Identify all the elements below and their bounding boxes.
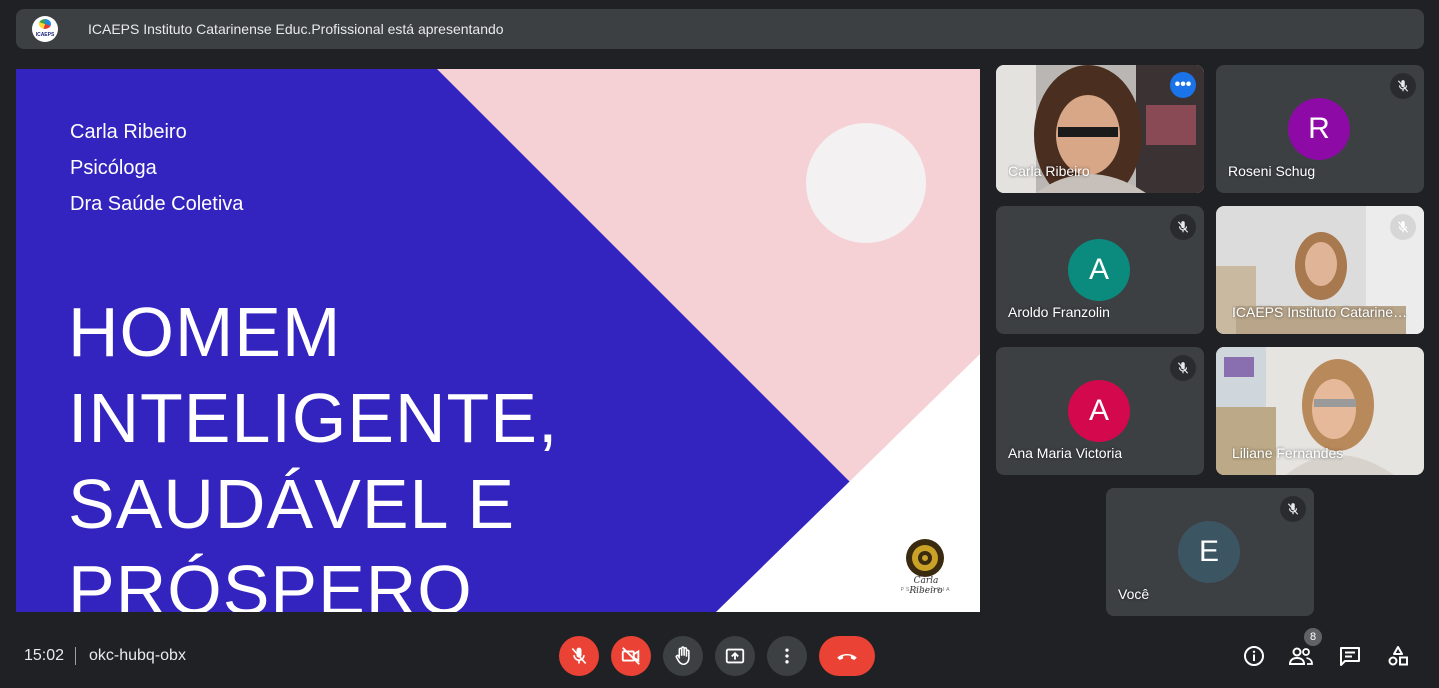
- participant-name: Ana Maria Victoria: [1008, 445, 1123, 461]
- camera-off-icon: [621, 647, 640, 665]
- more-options-icon[interactable]: •••: [1170, 72, 1196, 98]
- psychology-logo-icon: [906, 539, 944, 577]
- title-line-1: HOMEM: [68, 293, 342, 371]
- camera-toggle-button[interactable]: [611, 636, 651, 676]
- mic-off-icon: [1170, 355, 1196, 381]
- leave-call-button[interactable]: [819, 636, 875, 676]
- participant-tile-liliane-fernandes[interactable]: Liliane Fernandes: [1216, 347, 1424, 475]
- author-name: Carla Ribeiro: [70, 121, 187, 143]
- participant-name: Roseni Schug: [1228, 163, 1316, 179]
- participant-tile-icaeps[interactable]: ICAEPS Instituto Catarinense Educ.Profis…: [1216, 206, 1424, 334]
- logo-subtitle: PSICOLOGIA: [900, 587, 952, 593]
- info-icon: [1244, 646, 1264, 666]
- presenting-banner: ICAEPS ICAEPS Instituto Catarinense Educ…: [16, 9, 1424, 49]
- activities-button[interactable]: [1385, 643, 1411, 669]
- mic-off-icon: [1170, 214, 1196, 240]
- participant-name: Aroldo Franzolin: [1008, 304, 1110, 320]
- icaeps-logo: ICAEPS: [32, 16, 58, 42]
- present-button[interactable]: [715, 636, 755, 676]
- title-line-3: SAUDÁVEL E: [68, 465, 516, 543]
- participant-name: Você: [1118, 586, 1150, 602]
- meeting-code: okc-hubq-obx: [89, 647, 186, 664]
- more-options-button[interactable]: [767, 636, 807, 676]
- participant-name: ICAEPS Instituto Catarinense Educ.Profis…: [1232, 304, 1408, 320]
- avatar: R: [1288, 98, 1350, 160]
- participant-count-badge: 8: [1304, 628, 1322, 646]
- mic-off-icon: [1280, 496, 1306, 522]
- participant-tile-voce[interactable]: E Você: [1106, 488, 1314, 616]
- mic-off-icon: [571, 647, 587, 665]
- more-vert-icon: [785, 648, 789, 664]
- slide-title: HOMEM INTELIGENTE, SAUDÁVEL E PRÓSPERO: [68, 289, 558, 612]
- mic-off-icon: [1390, 214, 1416, 240]
- chat-icon: [1340, 647, 1360, 666]
- participant-name: Carla Ribeiro: [1008, 163, 1090, 179]
- author-role: Psicóloga: [70, 157, 157, 179]
- participant-name: Liliane Fernandes: [1232, 445, 1344, 461]
- avatar: E: [1178, 521, 1240, 583]
- author-degree: Dra Saúde Coletiva: [70, 193, 244, 215]
- hang-up-icon: [837, 653, 857, 661]
- avatar: A: [1068, 239, 1130, 301]
- people-icon: [1288, 647, 1313, 665]
- present-icon: [725, 648, 745, 664]
- activities-icon: [1388, 646, 1408, 666]
- mic-off-icon: [1390, 73, 1416, 99]
- chat-button[interactable]: [1337, 643, 1363, 669]
- raise-hand-button[interactable]: [663, 636, 703, 676]
- meeting-details-button[interactable]: [1241, 643, 1267, 669]
- participant-tile-carla-ribeiro[interactable]: ••• Carla Ribeiro: [996, 65, 1204, 193]
- logo-signature: Carla Ribeiro: [909, 576, 943, 596]
- divider: [75, 647, 76, 665]
- participant-tile-roseni-schug[interactable]: R Roseni Schug: [1216, 65, 1424, 193]
- participant-tile-aroldo-franzolin[interactable]: A Aroldo Franzolin: [996, 206, 1204, 334]
- presenter-text: ICAEPS Instituto Catarinense Educ.Profis…: [88, 21, 504, 37]
- participant-tile-ana-maria-victoria[interactable]: A Ana Maria Victoria: [996, 347, 1204, 475]
- meeting-time: 15:02: [24, 647, 65, 664]
- title-line-2: INTELIGENTE,: [68, 379, 559, 457]
- raise-hand-icon: [675, 646, 690, 666]
- avatar: A: [1068, 380, 1130, 442]
- mic-toggle-button[interactable]: [559, 636, 599, 676]
- presentation-slide: Carla Ribeiro Psicóloga Dra Saúde Coleti…: [16, 69, 980, 612]
- bottom-toolbar: 15:02 okc-hubq-obx 8: [0, 622, 1439, 688]
- title-line-4: PRÓSPERO: [68, 551, 473, 612]
- people-button[interactable]: [1288, 643, 1314, 669]
